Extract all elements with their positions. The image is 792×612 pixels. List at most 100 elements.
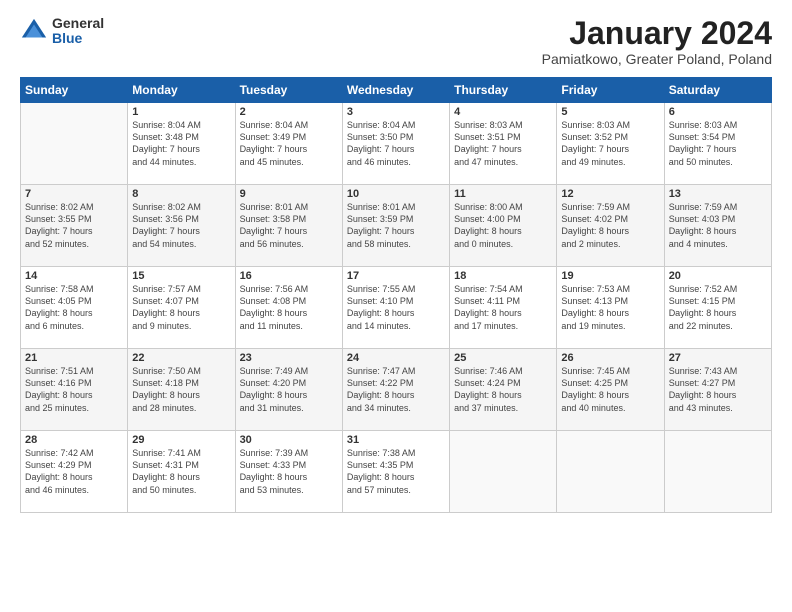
- day-details: Sunrise: 7:38 AMSunset: 4:35 PMDaylight:…: [347, 447, 445, 496]
- day-details: Sunrise: 7:41 AMSunset: 4:31 PMDaylight:…: [132, 447, 230, 496]
- day-details: Sunrise: 8:02 AMSunset: 3:55 PMDaylight:…: [25, 201, 123, 250]
- day-details: Sunrise: 8:03 AMSunset: 3:52 PMDaylight:…: [561, 119, 659, 168]
- day-number: 15: [132, 270, 230, 282]
- table-row: [21, 103, 128, 185]
- table-row: 23Sunrise: 7:49 AMSunset: 4:20 PMDayligh…: [235, 349, 342, 431]
- day-details: Sunrise: 7:58 AMSunset: 4:05 PMDaylight:…: [25, 283, 123, 332]
- col-thursday: Thursday: [450, 78, 557, 103]
- day-number: 1: [132, 106, 230, 118]
- table-row: 6Sunrise: 8:03 AMSunset: 3:54 PMDaylight…: [664, 103, 771, 185]
- day-details: Sunrise: 7:43 AMSunset: 4:27 PMDaylight:…: [669, 365, 767, 414]
- table-row: 18Sunrise: 7:54 AMSunset: 4:11 PMDayligh…: [450, 267, 557, 349]
- day-number: 5: [561, 106, 659, 118]
- day-details: Sunrise: 8:03 AMSunset: 3:51 PMDaylight:…: [454, 119, 552, 168]
- day-number: 10: [347, 188, 445, 200]
- calendar-week-4: 21Sunrise: 7:51 AMSunset: 4:16 PMDayligh…: [21, 349, 772, 431]
- table-row: 30Sunrise: 7:39 AMSunset: 4:33 PMDayligh…: [235, 431, 342, 513]
- day-details: Sunrise: 8:02 AMSunset: 3:56 PMDaylight:…: [132, 201, 230, 250]
- day-number: 6: [669, 106, 767, 118]
- table-row: 29Sunrise: 7:41 AMSunset: 4:31 PMDayligh…: [128, 431, 235, 513]
- table-row: [664, 431, 771, 513]
- table-row: 8Sunrise: 8:02 AMSunset: 3:56 PMDaylight…: [128, 185, 235, 267]
- day-number: 30: [240, 434, 338, 446]
- day-number: 7: [25, 188, 123, 200]
- col-tuesday: Tuesday: [235, 78, 342, 103]
- title-area: January 2024 Pamiatkowo, Greater Poland,…: [542, 16, 772, 67]
- day-number: 27: [669, 352, 767, 364]
- table-row: 3Sunrise: 8:04 AMSunset: 3:50 PMDaylight…: [342, 103, 449, 185]
- day-number: 17: [347, 270, 445, 282]
- table-row: 15Sunrise: 7:57 AMSunset: 4:07 PMDayligh…: [128, 267, 235, 349]
- table-row: 22Sunrise: 7:50 AMSunset: 4:18 PMDayligh…: [128, 349, 235, 431]
- day-details: Sunrise: 8:00 AMSunset: 4:00 PMDaylight:…: [454, 201, 552, 250]
- table-row: 26Sunrise: 7:45 AMSunset: 4:25 PMDayligh…: [557, 349, 664, 431]
- day-details: Sunrise: 8:01 AMSunset: 3:59 PMDaylight:…: [347, 201, 445, 250]
- day-number: 21: [25, 352, 123, 364]
- day-number: 2: [240, 106, 338, 118]
- col-saturday: Saturday: [664, 78, 771, 103]
- logo-blue-text: Blue: [52, 31, 104, 46]
- location-subtitle: Pamiatkowo, Greater Poland, Poland: [542, 51, 772, 67]
- table-row: 10Sunrise: 8:01 AMSunset: 3:59 PMDayligh…: [342, 185, 449, 267]
- day-number: 13: [669, 188, 767, 200]
- day-details: Sunrise: 8:03 AMSunset: 3:54 PMDaylight:…: [669, 119, 767, 168]
- day-details: Sunrise: 7:47 AMSunset: 4:22 PMDaylight:…: [347, 365, 445, 414]
- day-details: Sunrise: 7:49 AMSunset: 4:20 PMDaylight:…: [240, 365, 338, 414]
- day-number: 23: [240, 352, 338, 364]
- day-number: 19: [561, 270, 659, 282]
- day-details: Sunrise: 7:54 AMSunset: 4:11 PMDaylight:…: [454, 283, 552, 332]
- day-details: Sunrise: 7:57 AMSunset: 4:07 PMDaylight:…: [132, 283, 230, 332]
- day-number: 25: [454, 352, 552, 364]
- col-sunday: Sunday: [21, 78, 128, 103]
- day-number: 24: [347, 352, 445, 364]
- col-wednesday: Wednesday: [342, 78, 449, 103]
- table-row: 7Sunrise: 8:02 AMSunset: 3:55 PMDaylight…: [21, 185, 128, 267]
- table-row: 31Sunrise: 7:38 AMSunset: 4:35 PMDayligh…: [342, 431, 449, 513]
- day-details: Sunrise: 7:51 AMSunset: 4:16 PMDaylight:…: [25, 365, 123, 414]
- table-row: [450, 431, 557, 513]
- day-details: Sunrise: 7:52 AMSunset: 4:15 PMDaylight:…: [669, 283, 767, 332]
- table-row: 17Sunrise: 7:55 AMSunset: 4:10 PMDayligh…: [342, 267, 449, 349]
- day-number: 8: [132, 188, 230, 200]
- day-number: 4: [454, 106, 552, 118]
- day-details: Sunrise: 7:42 AMSunset: 4:29 PMDaylight:…: [25, 447, 123, 496]
- day-number: 20: [669, 270, 767, 282]
- table-row: 5Sunrise: 8:03 AMSunset: 3:52 PMDaylight…: [557, 103, 664, 185]
- day-number: 29: [132, 434, 230, 446]
- logo: General Blue: [20, 16, 104, 47]
- day-number: 11: [454, 188, 552, 200]
- table-row: 9Sunrise: 8:01 AMSunset: 3:58 PMDaylight…: [235, 185, 342, 267]
- day-number: 3: [347, 106, 445, 118]
- day-details: Sunrise: 8:04 AMSunset: 3:50 PMDaylight:…: [347, 119, 445, 168]
- day-details: Sunrise: 8:04 AMSunset: 3:49 PMDaylight:…: [240, 119, 338, 168]
- col-friday: Friday: [557, 78, 664, 103]
- day-details: Sunrise: 8:01 AMSunset: 3:58 PMDaylight:…: [240, 201, 338, 250]
- table-row: 27Sunrise: 7:43 AMSunset: 4:27 PMDayligh…: [664, 349, 771, 431]
- day-number: 26: [561, 352, 659, 364]
- calendar-header-row: Sunday Monday Tuesday Wednesday Thursday…: [21, 78, 772, 103]
- day-number: 9: [240, 188, 338, 200]
- calendar-week-2: 7Sunrise: 8:02 AMSunset: 3:55 PMDaylight…: [21, 185, 772, 267]
- day-number: 28: [25, 434, 123, 446]
- calendar-week-1: 1Sunrise: 8:04 AMSunset: 3:48 PMDaylight…: [21, 103, 772, 185]
- logo-icon: [20, 17, 48, 45]
- col-monday: Monday: [128, 78, 235, 103]
- day-details: Sunrise: 7:50 AMSunset: 4:18 PMDaylight:…: [132, 365, 230, 414]
- day-details: Sunrise: 7:45 AMSunset: 4:25 PMDaylight:…: [561, 365, 659, 414]
- day-details: Sunrise: 7:53 AMSunset: 4:13 PMDaylight:…: [561, 283, 659, 332]
- table-row: 11Sunrise: 8:00 AMSunset: 4:00 PMDayligh…: [450, 185, 557, 267]
- day-details: Sunrise: 7:56 AMSunset: 4:08 PMDaylight:…: [240, 283, 338, 332]
- table-row: 1Sunrise: 8:04 AMSunset: 3:48 PMDaylight…: [128, 103, 235, 185]
- day-number: 16: [240, 270, 338, 282]
- day-details: Sunrise: 7:55 AMSunset: 4:10 PMDaylight:…: [347, 283, 445, 332]
- table-row: 4Sunrise: 8:03 AMSunset: 3:51 PMDaylight…: [450, 103, 557, 185]
- logo-text: General Blue: [52, 16, 104, 47]
- day-details: Sunrise: 8:04 AMSunset: 3:48 PMDaylight:…: [132, 119, 230, 168]
- table-row: 2Sunrise: 8:04 AMSunset: 3:49 PMDaylight…: [235, 103, 342, 185]
- day-number: 18: [454, 270, 552, 282]
- logo-general-text: General: [52, 16, 104, 31]
- header: General Blue January 2024 Pamiatkowo, Gr…: [20, 16, 772, 67]
- table-row: [557, 431, 664, 513]
- calendar-week-3: 14Sunrise: 7:58 AMSunset: 4:05 PMDayligh…: [21, 267, 772, 349]
- day-details: Sunrise: 7:59 AMSunset: 4:02 PMDaylight:…: [561, 201, 659, 250]
